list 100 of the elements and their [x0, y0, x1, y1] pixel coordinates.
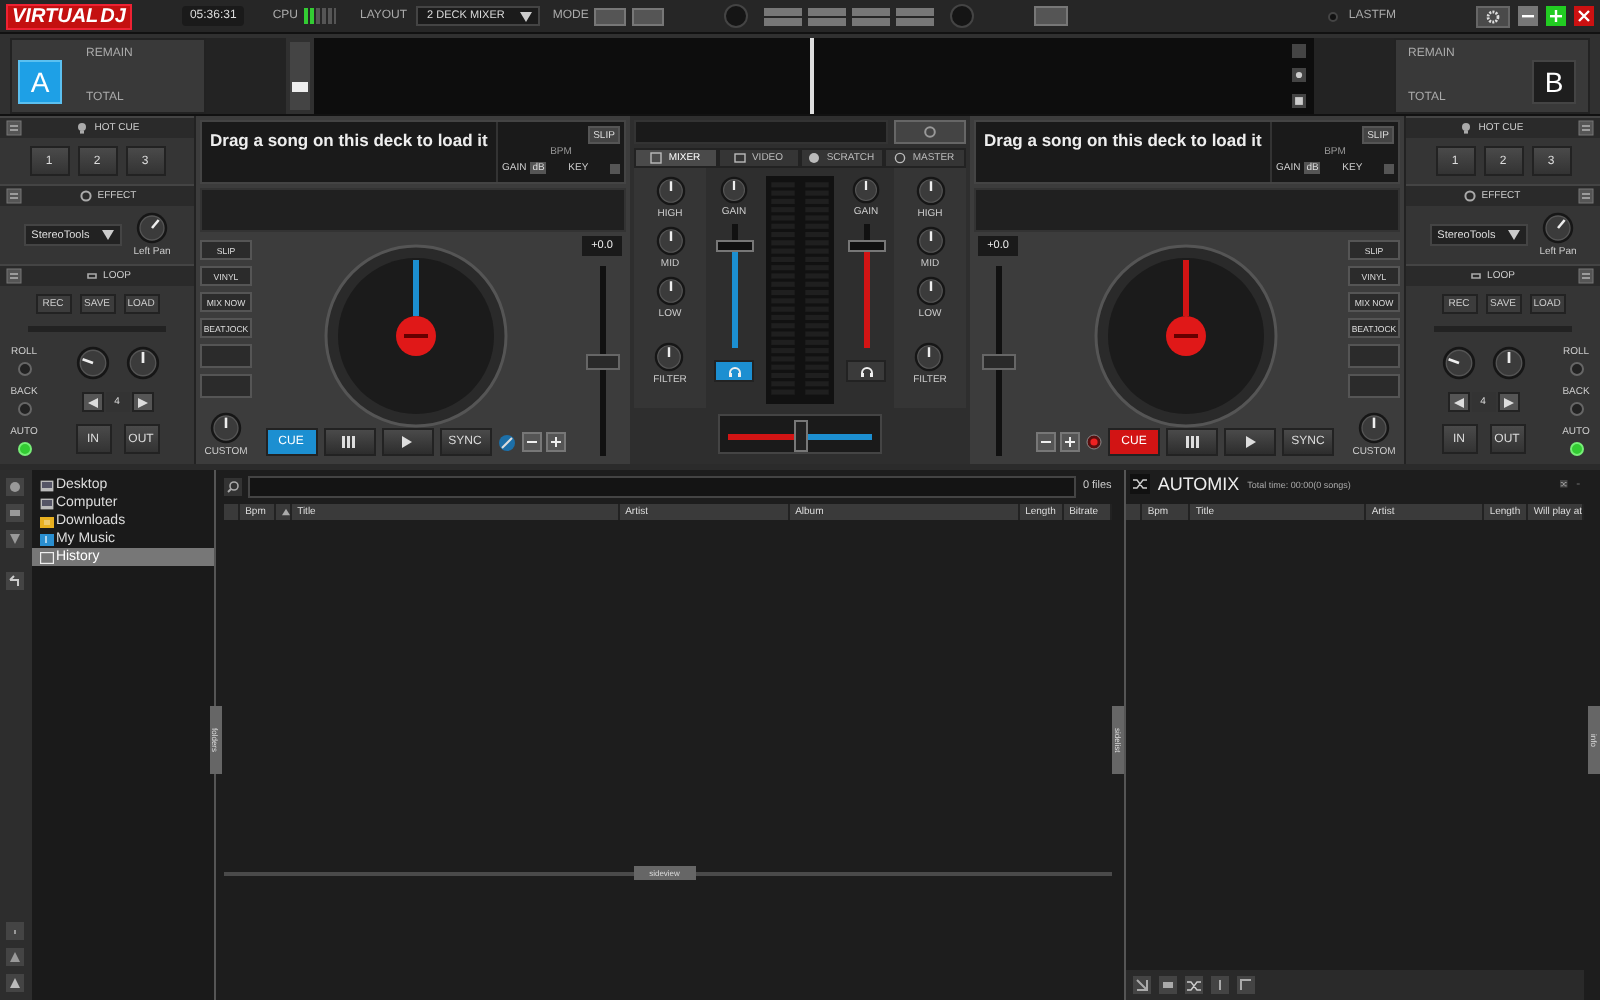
eq-knob[interactable] [655, 276, 685, 306]
bulb-icon [76, 122, 89, 134]
effect-knob[interactable] [136, 212, 169, 244]
left-arrow-icon [1453, 397, 1463, 407]
fader-thumb[interactable] [847, 240, 885, 253]
loop-prev-button[interactable] [81, 392, 103, 412]
eq-knob[interactable] [915, 276, 945, 306]
loop-knob[interactable] [1491, 346, 1525, 380]
mode-button[interactable] [594, 7, 627, 25]
custom-knob[interactable] [209, 412, 242, 444]
section-menu-button[interactable] [1578, 120, 1594, 136]
waveform-button[interactable] [1292, 68, 1306, 83]
sort-arrow-icon [281, 508, 290, 516]
toolbar-button[interactable] [1034, 6, 1069, 26]
turntable-platter[interactable] [1093, 244, 1277, 428]
pitch-plus-button[interactable] [545, 432, 565, 452]
loop-prev-button[interactable] [1447, 392, 1469, 412]
app-logo: VIRTUALDJ [6, 3, 132, 29]
pitch-minus-button[interactable] [1036, 432, 1056, 452]
automix-tool-button[interactable] [1235, 976, 1256, 994]
close-button[interactable] [1574, 6, 1594, 26]
key-icon[interactable] [497, 433, 515, 451]
pause-button[interactable] [1166, 428, 1218, 456]
shuffle-button[interactable] [1560, 480, 1568, 488]
crossfader[interactable] [718, 414, 882, 454]
loop-knob[interactable] [125, 346, 159, 380]
loop-knob[interactable] [1441, 346, 1475, 380]
effect-icon [1463, 190, 1476, 202]
crossfader-thumb[interactable] [793, 420, 807, 452]
search-icon[interactable] [223, 477, 242, 495]
gain-knob[interactable] [852, 176, 880, 204]
minimize-button[interactable] [1518, 6, 1538, 26]
deck-letter[interactable]: B [1532, 60, 1576, 104]
eq-knob[interactable] [915, 176, 945, 206]
custom-knob[interactable] [1357, 412, 1390, 444]
play-button[interactable] [1224, 428, 1276, 456]
mode-button[interactable] [632, 7, 665, 25]
plus-icon [1064, 436, 1076, 448]
headphones-button[interactable] [846, 360, 886, 382]
sidebar-button[interactable] [6, 478, 25, 496]
panel-switch-drawing[interactable] [764, 7, 935, 25]
search-field[interactable] [247, 475, 1077, 497]
pitch-thumb[interactable] [585, 353, 619, 369]
effect-knob[interactable] [1542, 212, 1575, 244]
pitch-thumb[interactable] [981, 353, 1015, 369]
play-button[interactable] [381, 428, 433, 456]
sidebar-button[interactable] [6, 974, 25, 992]
tab-icon [650, 152, 663, 164]
right-arrow-icon [137, 397, 147, 407]
eq-knob[interactable] [655, 176, 685, 206]
gear-icon [1486, 9, 1501, 23]
section-menu-button[interactable] [1578, 188, 1594, 204]
toggle-light[interactable] [17, 401, 31, 415]
automix-tool-button[interactable] [1157, 976, 1178, 994]
circle-icon [924, 126, 936, 138]
toggle-light[interactable] [1569, 401, 1583, 415]
turntable-platter[interactable] [323, 244, 507, 428]
pause-button[interactable] [323, 428, 375, 456]
history-icon [39, 551, 54, 563]
eq-knob[interactable] [915, 226, 945, 256]
section-menu-button[interactable] [6, 120, 22, 136]
pause-icon [342, 436, 356, 448]
toggle-light[interactable] [1569, 361, 1583, 375]
headphones-button[interactable] [714, 360, 754, 382]
sidebar-button[interactable] [6, 504, 25, 522]
sampler-button[interactable] [894, 120, 966, 144]
sidebar-button[interactable] [6, 922, 25, 940]
caret-icon [101, 230, 114, 240]
tab-icon [733, 152, 746, 164]
zoom-thumb[interactable] [292, 82, 308, 93]
pitch-plus-button[interactable] [1060, 432, 1080, 452]
sidebar-button[interactable] [6, 530, 25, 548]
zoom-slider[interactable] [290, 42, 310, 110]
section-menu-button[interactable] [6, 188, 22, 204]
record-button[interactable] [1086, 434, 1102, 450]
back-button[interactable] [6, 572, 25, 590]
loop-icon [85, 270, 98, 282]
loop-knob[interactable] [75, 346, 109, 380]
automix-tool-button[interactable] [1131, 976, 1152, 994]
sidebar-button[interactable] [6, 948, 25, 966]
loop-next-button[interactable] [131, 392, 153, 412]
tab-icon [808, 152, 821, 164]
fader-thumb[interactable] [715, 240, 753, 253]
right-arrow-icon [1503, 397, 1513, 407]
left-arrow-icon [87, 397, 97, 407]
filter-knob[interactable] [654, 342, 685, 372]
bulb-icon [1460, 122, 1473, 134]
gain-knob[interactable] [720, 176, 748, 204]
pitch-minus-button[interactable] [521, 432, 541, 452]
eq-knob[interactable] [655, 226, 685, 256]
play-icon [400, 436, 414, 448]
loop-next-button[interactable] [1497, 392, 1519, 412]
filter-knob[interactable] [914, 342, 945, 372]
automix-tool-button[interactable] [1183, 976, 1204, 994]
automix-tool-button[interactable] [1209, 976, 1230, 994]
waveform-button[interactable] [1292, 94, 1306, 109]
settings-button[interactable] [1476, 5, 1511, 27]
toggle-light[interactable] [17, 361, 31, 375]
section-menu-button[interactable] [1578, 268, 1594, 284]
section-menu-button[interactable] [6, 268, 22, 284]
